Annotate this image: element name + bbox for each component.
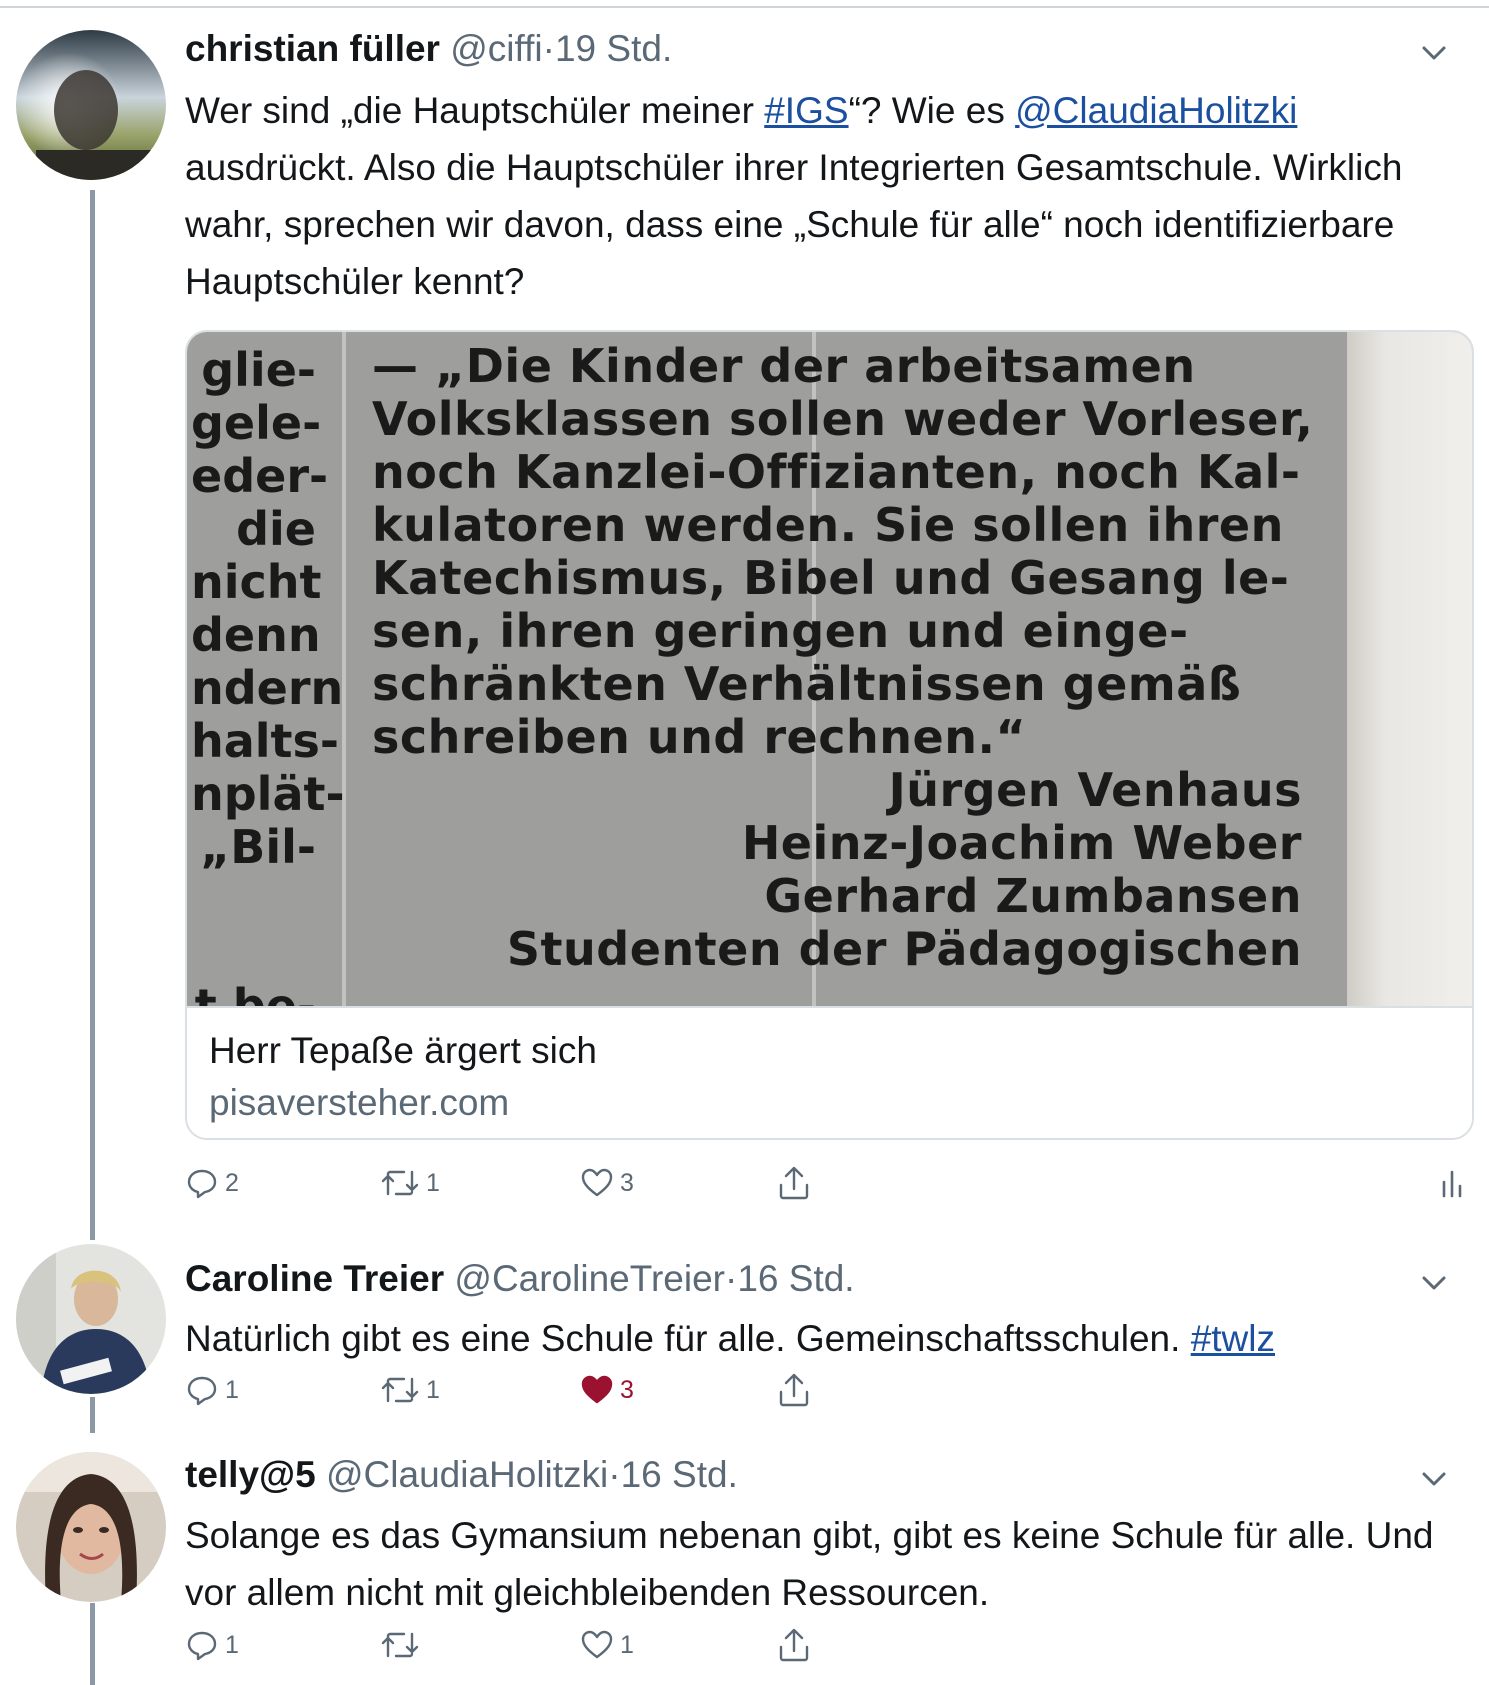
like-button[interactable]: 3 [580,1163,634,1203]
tweet-text: Solange es das Gymansium nebenan gibt, g… [185,1507,1455,1621]
heart-filled-icon [580,1373,620,1407]
scan-signature: Heinz-Joachim Weber [741,816,1302,870]
paper-edge [1347,332,1472,1006]
share-icon [777,1372,817,1408]
text-segment: Solange es das Gymansium nebenan gibt, g… [185,1515,1434,1613]
scan-line: noch Kanzlei-Offizianten, noch Kal- [372,445,1301,499]
share-icon [777,1165,817,1201]
meta-separator: · [725,1258,738,1299]
tweet-text: Wer sind „die Hauptschüler meiner #IGS“?… [185,82,1455,310]
retweet-button[interactable]: 1 [380,1163,440,1203]
heart-icon [580,1166,620,1200]
tweet[interactable]: telly@5 @ClaudiaHolitzki·16 Std. Solange… [0,1440,1489,1685]
reply-button[interactable]: 1 [185,1625,239,1665]
retweet-button[interactable]: 1 [380,1370,440,1410]
avatar[interactable] [16,1244,166,1394]
meta-separator: · [608,1454,621,1495]
retweet-icon [380,1166,426,1200]
scan-line: Volksklassen sollen weder Vorleser, [372,392,1314,446]
share-button[interactable] [777,1625,817,1665]
text-segment: ausdrückt. Also die Hauptschüler ihrer I… [185,147,1403,302]
tweet-text: Natürlich gibt es eine Schule für alle. … [185,1310,1455,1367]
reply-button[interactable]: 2 [185,1163,239,1203]
like-button[interactable]: 3 [580,1370,634,1410]
reply-icon [185,1166,225,1200]
author-handle[interactable]: @ClaudiaHolitzki [326,1454,608,1495]
author-name[interactable]: Caroline Treier [185,1258,444,1299]
heart-icon [580,1628,620,1662]
reply-count: 1 [225,1376,239,1404]
avatar[interactable] [16,30,166,180]
scan-signature: Jürgen Venhaus [888,763,1302,817]
mention-link[interactable]: @ClaudiaHolitzki [1015,90,1297,131]
scan-signature: Gerhard Zumbansen [764,869,1302,923]
text-segment: Wer sind „die Hauptschüler meiner [185,90,765,131]
scan-line: kulatoren werden. Sie sollen ihren [372,498,1284,552]
tweet-actions: 1 1 [185,1625,1475,1665]
tweet-time[interactable]: 16 Std. [621,1454,738,1495]
hashtag-link[interactable]: #IGS [764,90,848,131]
author-name[interactable]: christian füller [185,28,440,69]
author-handle[interactable]: @ciffi [450,28,542,69]
tweet-header: christian füller @ciffi·19 Std. [185,27,672,71]
scan-line: Katechismus, Bibel und Gesang le- [372,551,1290,605]
like-count: 3 [620,1376,634,1404]
text-segment: Natürlich gibt es eine Schule für alle. … [185,1318,1191,1359]
scan-signature: Studenten der Pädagogischen [506,922,1302,976]
retweet-count: 1 [426,1376,440,1404]
share-button[interactable] [777,1370,817,1410]
card-image[interactable]: glie- gele- eder- die nicht denn ndern h… [187,332,1472,1006]
reply-icon [185,1628,225,1662]
retweet-icon [380,1373,426,1407]
chevron-down-icon[interactable] [1419,1464,1449,1494]
card-title: Herr Tepaße ärgert sich [209,1030,597,1071]
analytics-button[interactable] [1440,1163,1470,1203]
meta-separator: · [542,28,555,69]
like-button[interactable]: 1 [580,1625,634,1665]
retweet-button[interactable] [380,1625,426,1665]
scan-left-column: glie- gele- eder- die nicht denn ndern h… [191,343,345,1007]
tweet-header: Caroline Treier @CarolineTreier·16 Std. [185,1257,855,1301]
scan-line: sen, ihren geringen und einge- [372,604,1189,658]
card-domain: pisaversteher.com [209,1082,510,1123]
chevron-down-icon[interactable] [1419,38,1449,68]
tweet[interactable]: christian füller @ciffi·19 Std. Wer sind… [0,0,1489,1240]
reply-icon [185,1373,225,1407]
scan-main-column: — „Die Kinder der arbeitsamen Volksklass… [372,339,1314,976]
hashtag-link[interactable]: #twlz [1191,1318,1275,1359]
text-segment: “? Wie es [848,90,1016,131]
chevron-down-icon[interactable] [1419,1268,1449,1298]
reply-count: 2 [225,1169,239,1197]
share-button[interactable] [777,1163,817,1203]
like-count: 3 [620,1169,634,1197]
tweet-time[interactable]: 16 Std. [737,1258,854,1299]
author-handle[interactable]: @CarolineTreier [454,1258,725,1299]
tweet-time[interactable]: 19 Std. [555,28,672,69]
share-icon [777,1627,817,1663]
retweet-icon [380,1628,426,1662]
scan-line: schränkten Verhältnissen gemäß [372,657,1242,711]
tweet-actions: 2 1 3 [185,1163,1475,1203]
tweet[interactable]: Caroline Treier @CarolineTreier·16 Std. … [0,1240,1489,1440]
reply-count: 1 [225,1631,239,1659]
card-meta[interactable]: Herr Tepaße ärgert sich pisaversteher.co… [187,1006,1472,1138]
author-name[interactable]: telly@5 [185,1454,316,1495]
retweet-count: 1 [426,1169,440,1197]
tweet-header: telly@5 @ClaudiaHolitzki·16 Std. [185,1453,738,1497]
scan-line: — „Die Kinder der arbeitsamen [372,339,1196,393]
avatar[interactable] [16,1452,166,1602]
link-card[interactable]: glie- gele- eder- die nicht denn ndern h… [185,330,1474,1140]
reply-button[interactable]: 1 [185,1370,239,1410]
tweet-actions: 1 1 3 [185,1370,1475,1410]
analytics-icon [1440,1166,1470,1200]
like-count: 1 [620,1631,634,1659]
scan-line: schreiben und rechnen.“ [372,710,1027,764]
